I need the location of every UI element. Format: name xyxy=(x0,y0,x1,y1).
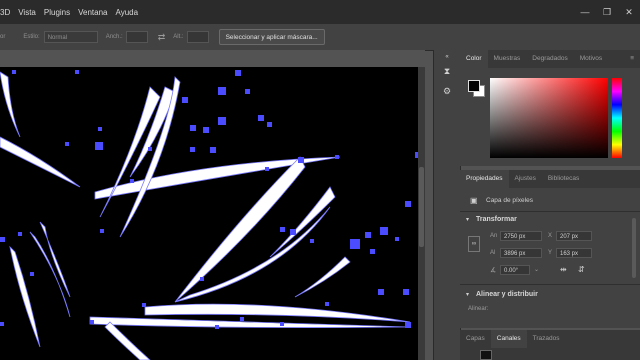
x-position-field[interactable]: 207 px xyxy=(556,231,592,241)
link-dimensions-button[interactable]: ∞ xyxy=(468,236,480,252)
width-input[interactable] xyxy=(125,31,148,43)
layers-panel: Capas Canales Trazados xyxy=(460,330,640,360)
height-label: Alt.: xyxy=(173,34,184,40)
transform-heading[interactable]: Transformar xyxy=(476,216,517,223)
x-label: X xyxy=(548,233,553,239)
menu-plugins[interactable]: Plugins xyxy=(44,8,70,17)
pixel-layer-icon: ▣ xyxy=(470,196,478,205)
foreground-color-swatch[interactable] xyxy=(468,80,480,92)
tab-canales[interactable]: Canales xyxy=(490,330,527,348)
menu-3d[interactable]: 3D xyxy=(0,8,10,17)
color-panel-tabs: Color Muestras Degradados Motivos ≡ xyxy=(460,50,640,68)
options-truncated-label: or xyxy=(0,34,6,40)
menu-ayuda[interactable]: Ayuda xyxy=(116,8,139,17)
align-chevron-icon[interactable]: ▾ xyxy=(466,291,469,298)
height-input[interactable] xyxy=(186,31,209,43)
close-icon[interactable]: ✕ xyxy=(618,7,640,18)
properties-divider-2 xyxy=(460,284,640,285)
image-canvas[interactable] xyxy=(0,67,418,360)
swap-icon[interactable]: ⇄ xyxy=(158,32,166,43)
properties-panel-tabs: Propiedades Ajustes Bibliotecas xyxy=(460,170,640,188)
flip-horizontal-icon[interactable]: ⇹ xyxy=(560,265,567,274)
color-picker-field[interactable] xyxy=(490,78,608,158)
properties-panel: Propiedades Ajustes Bibliotecas ▣ Capa d… xyxy=(460,170,640,328)
y-label: Y xyxy=(548,250,553,256)
tab-ajustes[interactable]: Ajustes xyxy=(509,170,542,188)
style-label: Estilo: xyxy=(23,34,40,40)
tab-propiedades[interactable]: Propiedades xyxy=(460,170,509,188)
transform-chevron-icon[interactable]: ▾ xyxy=(466,216,469,223)
tab-muestras[interactable]: Muestras xyxy=(488,50,527,68)
an-label: An xyxy=(490,233,498,239)
channel-thumbnail[interactable] xyxy=(480,350,492,360)
width-field[interactable]: 2750 px xyxy=(500,231,542,241)
angle-dropdown-icon[interactable]: ⌄ xyxy=(534,266,539,273)
canvas-top-margin xyxy=(0,50,425,67)
select-and-mask-button[interactable]: Seleccionar y aplicar máscara... xyxy=(218,29,325,45)
tab-motivos[interactable]: Motivos xyxy=(574,50,608,68)
tab-bibliotecas[interactable]: Bibliotecas xyxy=(542,170,585,188)
scrollbar-thumb[interactable] xyxy=(419,167,424,247)
tab-trazados[interactable]: Trazados xyxy=(527,330,566,348)
properties-scrollbar[interactable] xyxy=(632,218,636,278)
height-field[interactable]: 3896 px xyxy=(500,248,542,258)
canvas-vertical-scrollbar[interactable] xyxy=(418,67,425,360)
y-position-field[interactable]: 163 px xyxy=(556,248,592,258)
panel-menu-icon[interactable]: ≡ xyxy=(624,50,640,68)
panel-dock-strip: « ⧗ ⚙ xyxy=(433,50,461,360)
menu-bar: 3D Vista Plugins Ventana Ayuda — ❐ ✕ xyxy=(0,0,640,24)
minimize-icon[interactable]: — xyxy=(574,7,596,17)
document-canvas-area xyxy=(0,50,425,360)
flip-vertical-icon[interactable]: ⇵ xyxy=(578,265,585,274)
collapse-arrows-icon[interactable]: « xyxy=(440,50,454,64)
al-label: Al xyxy=(490,250,496,256)
angle-icon: ∡ xyxy=(490,267,497,274)
color-panel: Color Muestras Degradados Motivos ≡ xyxy=(460,50,640,166)
layers-panel-tabs: Capas Canales Trazados xyxy=(460,330,640,348)
options-bar: or Estilo: Normal Anch.: ⇄ Alt.: Selecci… xyxy=(0,24,640,66)
artwork-svg xyxy=(0,70,418,360)
tab-degradados[interactable]: Degradados xyxy=(526,50,573,68)
width-label: Anch.: xyxy=(105,34,123,40)
properties-divider xyxy=(460,211,640,212)
window-controls: — ❐ ✕ xyxy=(574,0,640,24)
align-distribute-heading[interactable]: Alinear y distribuir xyxy=(476,291,538,298)
menu-vista[interactable]: Vista xyxy=(18,8,36,17)
white-brush-strokes xyxy=(0,71,411,360)
history-icon[interactable]: ⧗ xyxy=(440,64,454,78)
tab-capas[interactable]: Capas xyxy=(460,330,491,348)
tab-color[interactable]: Color xyxy=(460,50,488,68)
angle-field[interactable]: 0.00° xyxy=(500,265,530,275)
layer-type-label: Capa de píxeles xyxy=(486,197,533,204)
menu-ventana[interactable]: Ventana xyxy=(78,8,107,17)
align-label: Alinear: xyxy=(468,306,489,312)
restore-icon[interactable]: ❐ xyxy=(596,7,618,18)
style-select[interactable]: Normal xyxy=(43,31,98,43)
adjust-icon[interactable]: ⚙ xyxy=(440,84,454,98)
hue-slider[interactable] xyxy=(612,78,622,158)
